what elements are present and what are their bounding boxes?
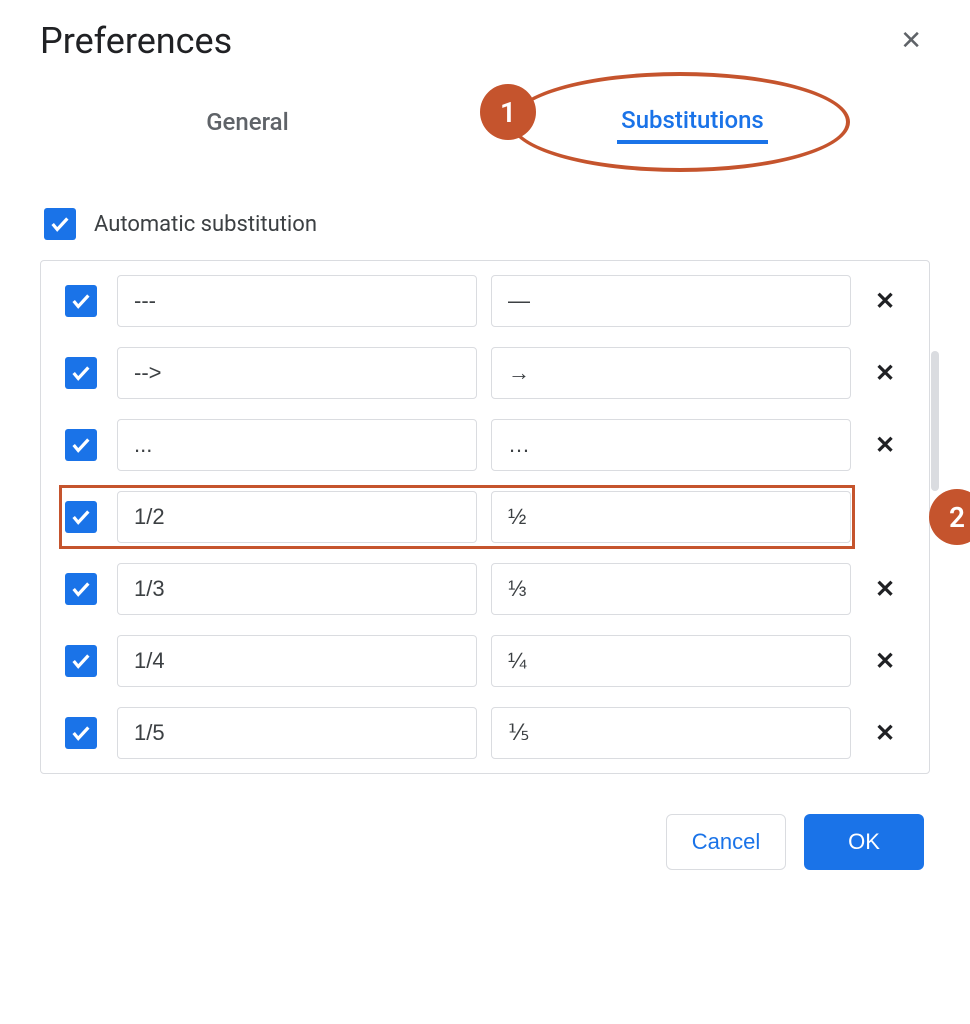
delete-row-icon[interactable]: ✕	[865, 647, 905, 675]
ok-button[interactable]: OK	[804, 814, 924, 870]
with-input[interactable]	[491, 563, 851, 615]
annotation-badge-2: 2	[929, 489, 970, 545]
delete-row-icon[interactable]: ✕	[865, 359, 905, 387]
preferences-dialog: Preferences ✕ General Substitutions 1 Au…	[40, 20, 930, 870]
tab-bar: General Substitutions	[40, 92, 930, 152]
table-row: ✕	[41, 625, 929, 697]
dialog-footer: Cancel OK	[40, 814, 930, 870]
with-input[interactable]	[491, 635, 851, 687]
replace-input[interactable]	[117, 347, 477, 399]
table-row: 2✕	[41, 481, 929, 553]
replace-input[interactable]	[117, 275, 477, 327]
substitutions-table: ✕ ✕ ✕ 2✕ ✕ ✕ ✕	[40, 260, 930, 774]
row-checkbox[interactable]	[65, 645, 97, 677]
tabs-wrapper: General Substitutions 1	[40, 92, 930, 202]
with-input[interactable]	[491, 347, 851, 399]
table-row: ✕	[41, 553, 929, 625]
table-row: ✕	[41, 697, 929, 769]
table-row: ✕	[41, 409, 929, 481]
row-checkbox[interactable]	[65, 357, 97, 389]
scrollbar-thumb[interactable]	[931, 351, 939, 491]
replace-input[interactable]	[117, 563, 477, 615]
with-input[interactable]	[491, 707, 851, 759]
row-checkbox[interactable]	[65, 573, 97, 605]
row-checkbox[interactable]	[65, 501, 97, 533]
close-icon[interactable]: ✕	[892, 24, 930, 58]
with-input[interactable]	[491, 491, 851, 543]
with-input[interactable]	[491, 419, 851, 471]
dialog-title: Preferences	[40, 20, 232, 62]
table-row: ✕	[41, 337, 929, 409]
automatic-substitution-checkbox[interactable]	[44, 208, 76, 240]
row-checkbox[interactable]	[65, 285, 97, 317]
replace-input[interactable]	[117, 419, 477, 471]
delete-row-icon[interactable]: ✕	[865, 575, 905, 603]
delete-row-icon[interactable]: ✕	[865, 431, 905, 459]
row-checkbox[interactable]	[65, 429, 97, 461]
tab-substitutions[interactable]: Substitutions	[617, 100, 768, 144]
row-checkbox[interactable]	[65, 717, 97, 749]
tab-general[interactable]: General	[202, 102, 293, 142]
with-input[interactable]	[491, 275, 851, 327]
delete-row-icon[interactable]: ✕	[865, 287, 905, 315]
replace-input[interactable]	[117, 491, 477, 543]
automatic-substitution-label: Automatic substitution	[94, 212, 317, 237]
replace-input[interactable]	[117, 707, 477, 759]
delete-row-icon[interactable]: ✕	[865, 719, 905, 747]
replace-input[interactable]	[117, 635, 477, 687]
cancel-button[interactable]: Cancel	[666, 814, 786, 870]
automatic-substitution-row: Automatic substitution	[44, 208, 930, 240]
table-row: ✕	[41, 265, 929, 337]
dialog-header: Preferences ✕	[40, 20, 930, 92]
